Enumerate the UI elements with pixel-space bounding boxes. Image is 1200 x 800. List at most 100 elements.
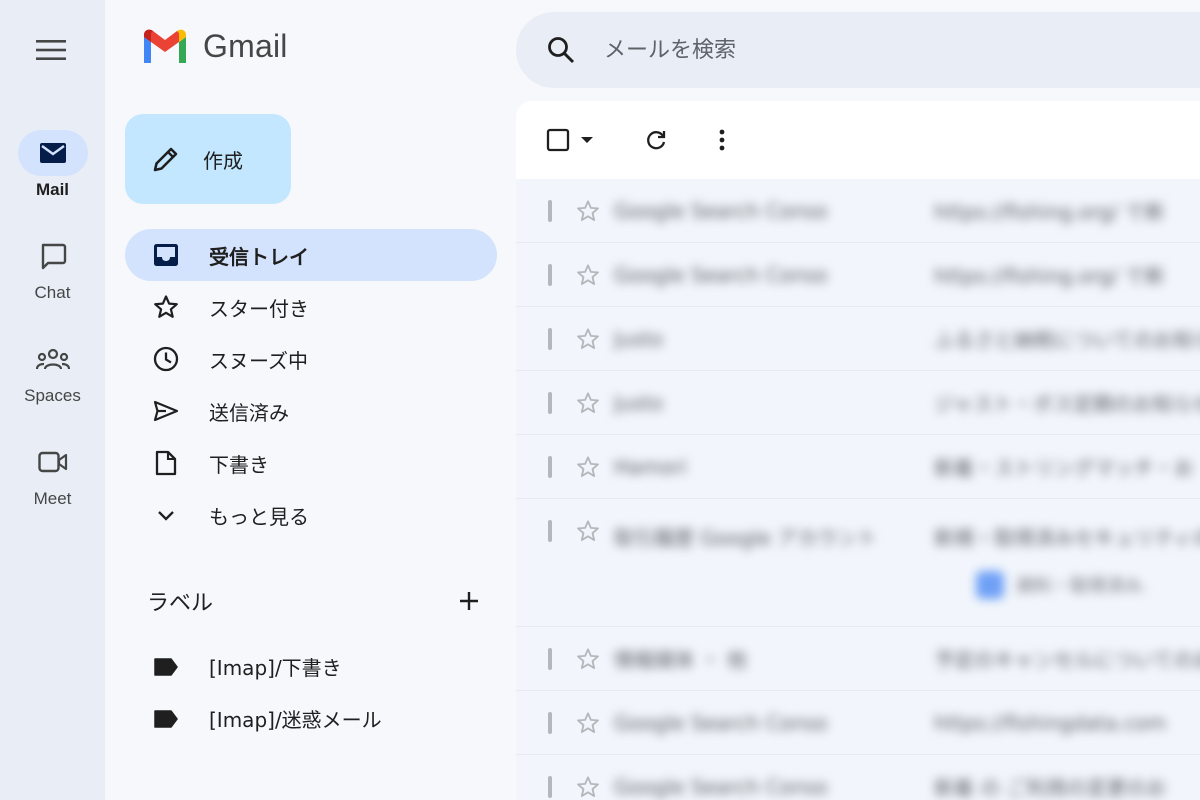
refresh-button[interactable] <box>644 120 668 160</box>
search-input[interactable] <box>604 37 1164 63</box>
nav-item-inbox[interactable]: 受信トレイ <box>125 229 497 281</box>
star-icon <box>577 455 599 477</box>
gmail-logo[interactable]: Gmail <box>141 28 288 65</box>
search-button[interactable] <box>546 35 576 65</box>
email-subject: ふるさと納税についてのお知らせ <box>934 328 1200 352</box>
label-item-imap-spam[interactable]: [Imap]/迷惑メール <box>153 704 382 733</box>
nav-item-more[interactable]: もっと見る <box>125 489 497 541</box>
send-icon <box>153 400 179 422</box>
row-star-button[interactable] <box>576 775 600 799</box>
row-star-button[interactable] <box>576 391 600 415</box>
labels-header: ラベル <box>147 583 487 619</box>
search-icon <box>548 37 575 64</box>
nav-label-more: もっと見る <box>209 504 309 529</box>
more-options-button[interactable] <box>718 120 726 160</box>
row-checkbox[interactable] <box>548 455 552 478</box>
row-star-button[interactable] <box>576 711 600 735</box>
mail-icon <box>39 143 66 163</box>
compose-label: 作成 <box>203 148 243 173</box>
email-sender: Google Search Conso <box>614 198 828 223</box>
email-row[interactable]: Justo ジャスト・ボス定期のお知らせ <box>516 371 1200 435</box>
create-label-button[interactable] <box>451 583 487 619</box>
star-icon <box>577 327 599 349</box>
email-subject: https://fishing.org/ で新 <box>934 264 1165 288</box>
email-subject: 予定のキャンセルについてのお <box>934 648 1200 672</box>
email-sender: 情報媒体 ・ 他 <box>614 648 747 672</box>
row-checkbox[interactable] <box>548 327 552 350</box>
row-star-button[interactable] <box>576 647 600 671</box>
row-star-button[interactable] <box>576 455 600 479</box>
star-icon <box>154 295 178 318</box>
nav-item-drafts[interactable]: 下書き <box>125 437 497 489</box>
row-checkbox[interactable] <box>548 199 552 222</box>
folder-list: 受信トレイ スター付き スヌーズ中 送信済み 下書き もっと見る <box>125 229 497 541</box>
row-star-button[interactable] <box>576 327 600 351</box>
row-checkbox[interactable] <box>548 647 552 670</box>
refresh-icon <box>647 131 666 150</box>
row-checkbox[interactable] <box>548 391 552 414</box>
row-checkbox[interactable] <box>548 711 552 734</box>
more-vert-icon <box>719 129 725 151</box>
label-icon <box>154 709 178 728</box>
email-row[interactable]: 情報媒体 ・ 他 予定のキャンセルについてのお <box>516 627 1200 691</box>
select-all-checkbox[interactable] <box>546 120 570 160</box>
row-checkbox[interactable] <box>548 520 552 542</box>
rail-item-chat[interactable]: Chat <box>0 233 105 303</box>
nav-label-drafts: 下書き <box>209 452 269 477</box>
row-star-button[interactable] <box>576 519 600 543</box>
search-bar <box>516 12 1200 88</box>
meet-icon <box>37 451 67 473</box>
label-name: [Imap]/下書き <box>209 656 342 680</box>
attachment-chip[interactable]: 資料・取得済み. <box>976 571 1148 599</box>
email-row[interactable]: Google Search Conso https://fishing.org/ … <box>516 179 1200 243</box>
nav-item-sent[interactable]: 送信済み <box>125 385 497 437</box>
label-item-imap-drafts[interactable]: [Imap]/下書き <box>153 652 342 681</box>
star-icon <box>577 711 599 733</box>
email-sender: Hamori <box>614 454 687 479</box>
spaces-icon <box>35 348 70 370</box>
nav-item-snoozed[interactable]: スヌーズ中 <box>125 333 497 385</box>
email-sender: Google Search Conso <box>614 710 828 735</box>
rail-item-mail[interactable]: Mail <box>0 130 105 200</box>
row-star-button[interactable] <box>576 263 600 287</box>
row-checkbox[interactable] <box>548 263 552 286</box>
email-subject: ジャスト・ボス定期のお知らせ <box>934 392 1200 416</box>
rail-item-spaces[interactable]: Spaces <box>0 336 105 406</box>
row-star-button[interactable] <box>576 199 600 223</box>
attachment-file-icon <box>976 571 1004 599</box>
star-icon <box>577 263 599 285</box>
draft-icon <box>155 450 177 476</box>
email-sender: Justo <box>614 326 664 351</box>
email-subject: 新規・取得済みセキュリティの <box>934 526 1200 550</box>
email-sender: Google Search Conso <box>614 262 828 287</box>
email-subject: 新着 の ご利用の変更のお <box>934 776 1167 800</box>
compose-button[interactable]: 作成 <box>125 114 291 204</box>
email-row[interactable]: Google Search Conso https://fishing.org/ … <box>516 243 1200 307</box>
caret-down-icon <box>581 137 593 143</box>
row-checkbox[interactable] <box>548 775 552 798</box>
email-subject: 新着・ストリングマッチ・お <box>934 456 1194 480</box>
email-row[interactable]: Justo ふるさと納税についてのお知らせ <box>516 307 1200 371</box>
email-row[interactable]: Google Search Conso 新着 の ご利用の変更のお <box>516 755 1200 800</box>
star-icon <box>577 520 599 541</box>
star-icon <box>577 391 599 413</box>
email-subject: https://fishingdata.com <box>934 710 1167 735</box>
gmail-wordmark: Gmail <box>203 28 288 64</box>
email-row[interactable]: Google Search Conso https://fishingdata.c… <box>516 691 1200 755</box>
star-icon <box>577 199 599 221</box>
email-row[interactable]: 取引履歴 Google アカウント 新規・取得済みセキュリティの 資料・取得済み. <box>516 499 1200 627</box>
email-row[interactable]: Hamori 新着・ストリングマッチ・お <box>516 435 1200 499</box>
nav-item-starred[interactable]: スター付き <box>125 281 497 333</box>
chevron-down-icon <box>158 511 174 521</box>
inbox-icon <box>154 244 178 266</box>
label-icon <box>154 657 178 676</box>
gmail-m-icon <box>144 29 186 63</box>
email-list: Google Search Conso https://fishing.org/ … <box>516 179 1200 800</box>
rail-label-spaces: Spaces <box>24 386 81 405</box>
main-menu-button[interactable] <box>30 34 72 66</box>
select-dropdown-button[interactable] <box>580 120 594 160</box>
chat-icon <box>41 243 66 270</box>
plus-icon <box>460 592 478 610</box>
rail-item-meet[interactable]: Meet <box>0 439 105 509</box>
list-toolbar <box>516 101 1200 179</box>
